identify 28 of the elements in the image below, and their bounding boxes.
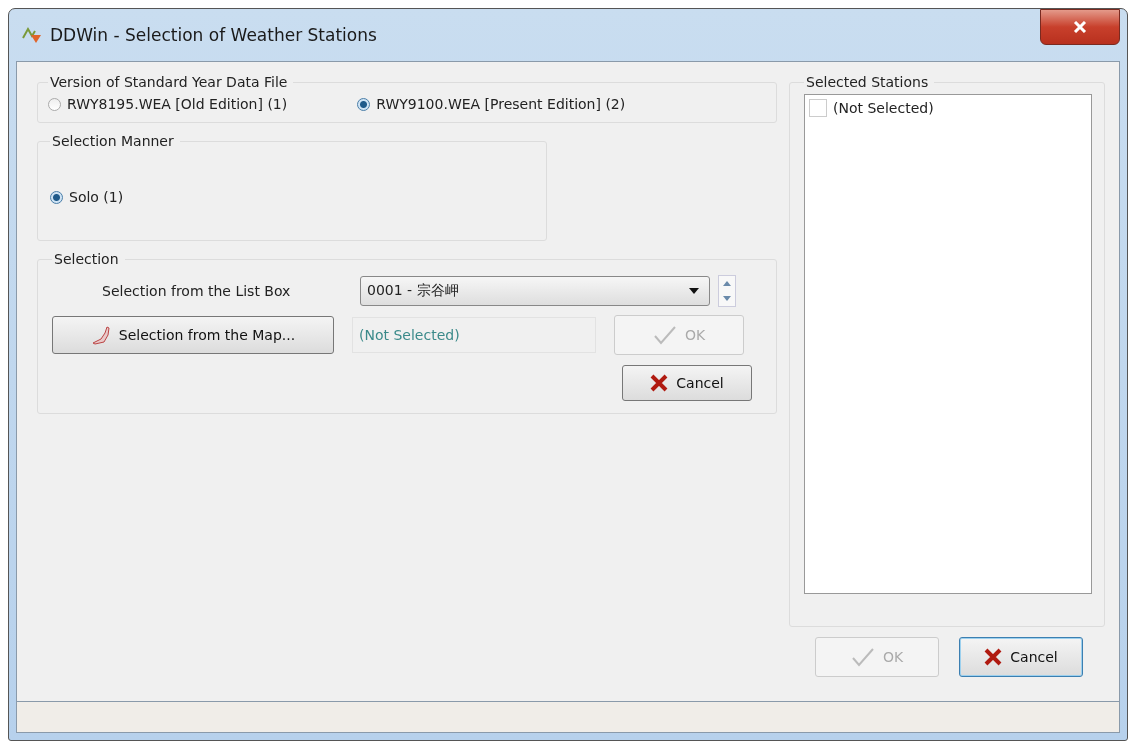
station-label: (Not Selected) (833, 100, 934, 116)
radio-button[interactable] (48, 97, 61, 111)
cancel-button[interactable]: Cancel (622, 365, 752, 401)
group-label: Selection (53, 251, 120, 267)
group-label: Version of Standard Year Data File (49, 74, 289, 90)
close-button[interactable] (1040, 9, 1120, 45)
checkbox[interactable] (809, 99, 827, 117)
check-icon (850, 647, 875, 667)
radio-button[interactable] (50, 190, 63, 204)
station-dropdown[interactable]: 0001 - 宗谷岬 (360, 276, 710, 306)
cancel-button[interactable]: Cancel (959, 637, 1083, 677)
cross-icon (650, 374, 669, 392)
spin-buttons[interactable] (718, 275, 736, 307)
app-icon (22, 26, 42, 44)
check-icon (652, 325, 677, 345)
caret-icon (689, 288, 699, 294)
group-label: Selection Manner (51, 133, 175, 149)
radio-label: Solo (1) (69, 189, 124, 205)
close-icon (1073, 21, 1087, 33)
radio-option[interactable]: Solo (1) (50, 189, 534, 205)
window-title: DDWin - Selection of Weather Stations (50, 25, 377, 45)
group-label: Selected Stations (805, 74, 930, 90)
list-label: Selection from the List Box (102, 283, 292, 299)
station-item[interactable]: (Not Selected) (809, 99, 1087, 117)
cross-icon (984, 648, 1003, 666)
result-field: (Not Selected) (352, 317, 596, 353)
map-button[interactable]: Selection from the Map... (52, 316, 334, 354)
radio-button[interactable] (357, 97, 371, 111)
